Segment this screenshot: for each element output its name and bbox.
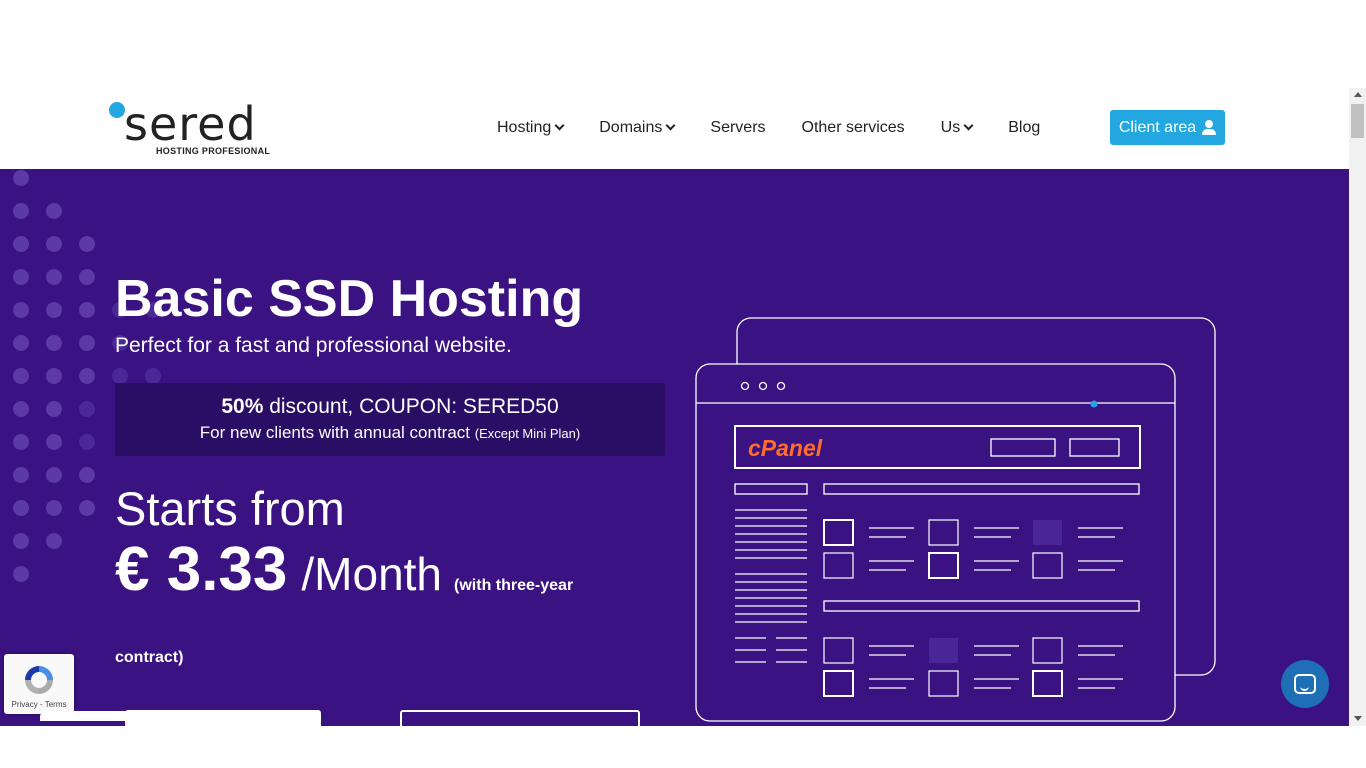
client-area-button[interactable]: Client area xyxy=(1110,110,1225,145)
decorative-dot xyxy=(46,302,62,318)
contract-note: (with three-year xyxy=(454,577,574,594)
chevron-down-icon xyxy=(963,120,974,131)
client-area-label: Client area xyxy=(1118,118,1197,136)
page-scrollbar[interactable] xyxy=(1349,88,1366,726)
decorative-dot xyxy=(79,434,95,450)
decorative-dot xyxy=(79,467,95,483)
grid-icon xyxy=(1033,520,1062,545)
chat-icon xyxy=(1294,674,1316,694)
decorative-dot xyxy=(13,335,29,351)
promo-discount-value: 50% xyxy=(221,395,264,418)
decorative-dot xyxy=(79,368,95,384)
scroll-up-arrow-icon[interactable] xyxy=(1354,92,1362,97)
logo-tagline: HOSTING PROFESIONAL xyxy=(156,146,271,156)
decorative-dot xyxy=(13,203,29,219)
partial-widget xyxy=(40,711,188,721)
decorative-dot xyxy=(46,335,62,351)
decorative-dot xyxy=(46,434,62,450)
decorative-dot xyxy=(145,368,161,384)
promo-exception: (Except Mini Plan) xyxy=(474,426,581,441)
nav-blog[interactable]: Blog xyxy=(1008,119,1040,137)
decorative-dot xyxy=(79,302,95,318)
decorative-dot xyxy=(46,467,62,483)
page-viewport: sered HOSTING PROFESIONAL Hosting Domain… xyxy=(0,88,1349,726)
decorative-dot xyxy=(13,170,29,186)
starts-from-label: Starts from xyxy=(115,482,345,535)
cpanel-illustration: cPanel xyxy=(695,317,1216,722)
main-nav: Hosting Domains Servers Other services U… xyxy=(497,110,1076,145)
recaptcha-badge[interactable]: Privacy - Terms xyxy=(4,654,74,714)
decorative-dot xyxy=(79,269,95,285)
chevron-down-icon xyxy=(554,120,565,131)
decorative-dot xyxy=(46,236,62,252)
nav-domains[interactable]: Domains xyxy=(599,118,676,137)
nav-us[interactable]: Us xyxy=(940,118,974,137)
decorative-dot xyxy=(13,533,29,549)
decorative-dot xyxy=(13,566,29,582)
nav-other-services-label: Other services xyxy=(801,118,905,136)
decorative-dot xyxy=(13,467,29,483)
decorative-dot xyxy=(13,368,29,384)
logo-dot xyxy=(109,102,125,118)
decorative-dot xyxy=(79,335,95,351)
promo-banner: 50% discount, COUPON: SERED50 For new cl… xyxy=(115,383,665,456)
nav-other-services[interactable]: Other services xyxy=(802,119,905,137)
decorative-dot xyxy=(79,500,95,516)
price-value: € 3.33 xyxy=(115,535,288,604)
decorative-dot xyxy=(79,236,95,252)
decorative-dot xyxy=(13,401,29,417)
nav-hosting[interactable]: Hosting xyxy=(497,118,565,137)
chevron-down-icon xyxy=(665,120,676,131)
decorative-dot xyxy=(13,434,29,450)
decorative-dot xyxy=(13,302,29,318)
decorative-dot xyxy=(112,368,128,384)
promo-discount-line: 50% discount, COUPON: SERED50 xyxy=(115,395,665,419)
logo-wordmark: sered xyxy=(124,97,257,151)
chat-button[interactable] xyxy=(1281,660,1329,708)
grid-icon xyxy=(929,638,958,663)
decorative-dot xyxy=(13,500,29,516)
hero-subtitle: Perfect for a fast and professional webs… xyxy=(115,334,512,357)
recaptcha-icon xyxy=(25,666,53,694)
contract-note-continued: contract) xyxy=(115,649,184,666)
cpanel-logo: cPanel xyxy=(748,435,823,461)
scroll-down-arrow-icon[interactable] xyxy=(1354,716,1362,721)
nav-hosting-label: Hosting xyxy=(497,118,552,136)
promo-new-clients: For new clients with annual contract xyxy=(199,423,475,442)
decorative-dot xyxy=(13,236,29,252)
promo-conditions-line: For new clients with annual contract (Ex… xyxy=(115,423,665,443)
price-period: /Month xyxy=(301,548,443,600)
scrollbar-thumb[interactable] xyxy=(1351,104,1364,138)
decorative-dot xyxy=(79,401,95,417)
secondary-cta-button[interactable] xyxy=(400,710,640,726)
decorative-dot xyxy=(46,269,62,285)
window-accent-dot xyxy=(1090,400,1098,408)
decorative-dot xyxy=(46,401,62,417)
promo-coupon-text: discount, COUPON: SERED50 xyxy=(263,395,559,418)
hero-section: Basic SSD Hosting Perfect for a fast and… xyxy=(0,169,1349,726)
recaptcha-terms[interactable]: Privacy - Terms xyxy=(4,700,74,709)
decorative-dot xyxy=(46,500,62,516)
nav-domains-label: Domains xyxy=(599,118,663,136)
nav-blog-label: Blog xyxy=(1008,118,1041,136)
decorative-dot xyxy=(13,269,29,285)
logo[interactable]: sered HOSTING PROFESIONAL xyxy=(108,100,278,158)
nav-servers[interactable]: Servers xyxy=(710,119,765,137)
decorative-dot xyxy=(46,203,62,219)
nav-us-label: Us xyxy=(940,118,961,136)
user-icon xyxy=(1202,120,1217,135)
hero-title: Basic SSD Hosting xyxy=(115,270,584,328)
decorative-dot xyxy=(46,368,62,384)
nav-servers-label: Servers xyxy=(710,118,766,136)
price-row: € 3.33 /Month (with three-year xyxy=(115,534,573,605)
site-header: sered HOSTING PROFESIONAL Hosting Domain… xyxy=(0,88,1349,169)
decorative-dot xyxy=(46,533,62,549)
